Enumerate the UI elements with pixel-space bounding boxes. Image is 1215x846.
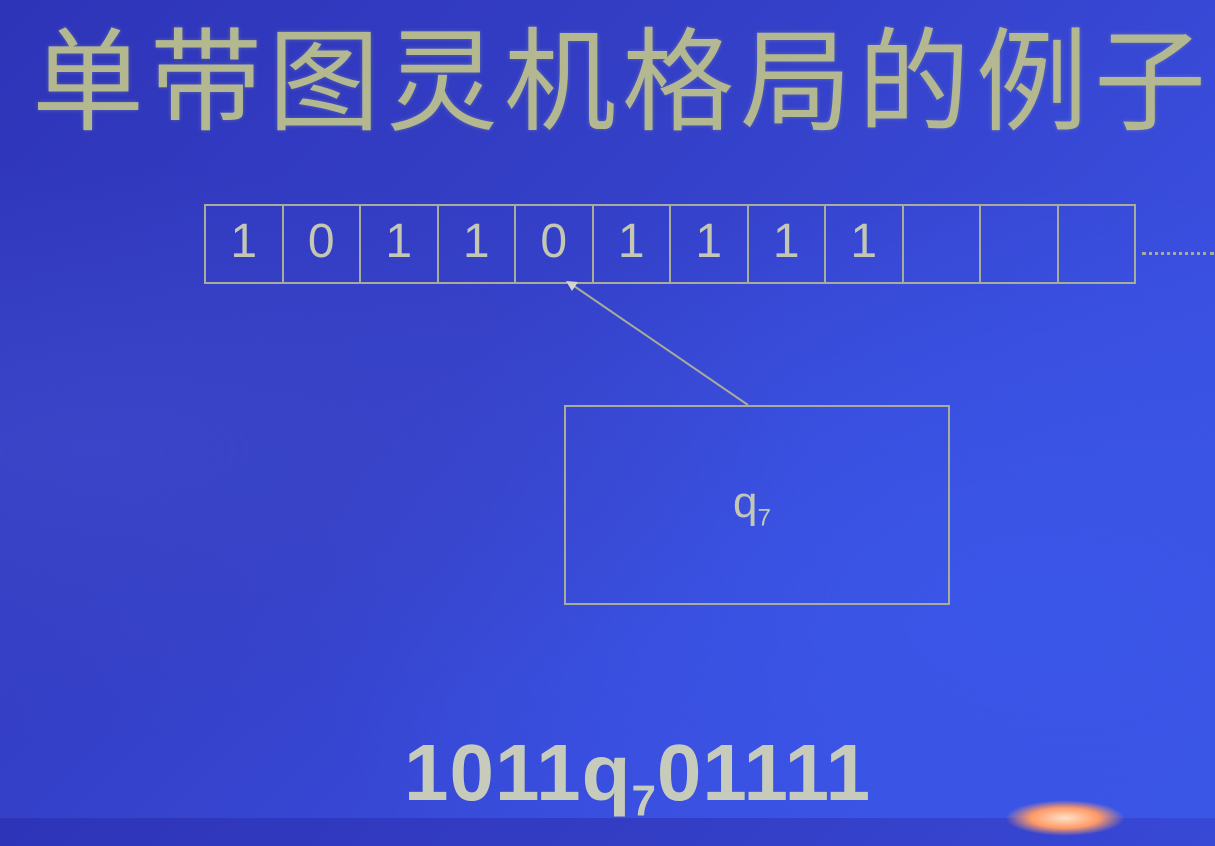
tape-cell: 1 [206,206,284,282]
config-left: 1011 [404,728,582,817]
tape-cell: 1 [749,206,826,282]
tape-cell: 1 [439,206,516,282]
tape-continuation-dots [1142,252,1214,255]
tape-cell: 1 [594,206,671,282]
tape-cell [981,206,1059,282]
state-symbol: q [733,478,758,527]
current-state-label: q7 [733,478,771,543]
tape-cell: 0 [284,206,361,282]
tape-cell: 1 [361,206,439,282]
configuration-string: 1011q701111 [404,728,871,846]
tape-cell [1059,206,1135,282]
slide-title: 单带图灵机格局的例子 [32,18,1212,148]
tape-cell: 1 [826,206,904,282]
config-state-symbol: q [581,728,632,817]
slide: 单带图灵机格局的例子 101101111 q7 1011q701111 [0,0,1215,836]
turing-tape: 101101111 [204,204,1136,284]
config-state-subscript: 7 [631,776,657,826]
tape-cell: 0 [516,206,594,282]
config-right: 01111 [656,728,872,817]
tape-cell [904,206,981,282]
state-subscript: 7 [757,504,771,532]
tape-cell: 1 [671,206,749,282]
light-glare [1005,800,1125,836]
